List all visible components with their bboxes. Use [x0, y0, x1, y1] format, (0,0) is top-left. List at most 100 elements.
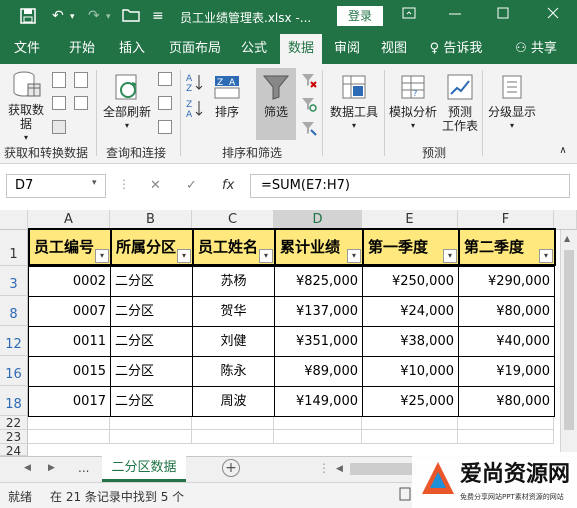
cell-q2[interactable]: ¥40,000 — [458, 326, 555, 357]
row-header[interactable]: 22 — [0, 416, 28, 430]
cell-total-performance[interactable]: ¥137,000 — [274, 296, 363, 327]
cell-q1[interactable]: ¥24,000 — [362, 296, 459, 327]
redo-icon[interactable]: ↷ — [88, 8, 100, 24]
from-table-icon[interactable] — [52, 120, 66, 134]
name-box-dropdown-icon[interactable]: ▾ — [92, 178, 97, 188]
page-layout-view-icon[interactable] — [398, 487, 412, 504]
tab-formulas[interactable]: 公式 — [234, 34, 274, 64]
what-if-analysis-button[interactable]: ? 模拟分析 ▾ — [386, 72, 440, 133]
column-header-f[interactable]: F — [458, 210, 554, 230]
sort-descending-button[interactable]: ZA — [184, 98, 206, 121]
column-header-c[interactable]: C — [192, 210, 274, 230]
reapply-filter-icon[interactable] — [300, 96, 318, 115]
empty-cell[interactable] — [192, 416, 274, 430]
maximize-icon[interactable] — [496, 6, 510, 24]
select-all-corner[interactable] — [0, 210, 28, 230]
name-box[interactable]: D7 — [6, 174, 106, 198]
cell-q2[interactable]: ¥80,000 — [458, 386, 555, 417]
collapse-ribbon-icon[interactable]: ∧ — [556, 144, 570, 158]
filter-dropdown-icon[interactable]: ▾ — [539, 249, 553, 263]
tab-data[interactable]: 数据 — [280, 34, 322, 64]
row-header[interactable]: 12 — [0, 326, 28, 356]
sort-ascending-button[interactable]: AZ — [184, 72, 206, 95]
from-web-icon[interactable] — [52, 96, 66, 110]
share-button[interactable]: ⚇ 共享 — [506, 34, 566, 64]
login-button[interactable]: 登录 — [337, 6, 383, 26]
get-data-button[interactable]: 获取数 据 ▾ — [4, 70, 48, 145]
edit-links-icon[interactable] — [158, 120, 172, 134]
tab-split-icon[interactable]: ⋮ — [318, 461, 330, 475]
row-header[interactable]: 8 — [0, 296, 28, 326]
active-filter-icon[interactable]: ▾ — [177, 249, 191, 263]
tab-review[interactable]: 审阅 — [328, 34, 366, 64]
empty-cell[interactable] — [274, 430, 362, 444]
advanced-filter-icon[interactable] — [300, 120, 318, 139]
tab-file[interactable]: 文件 — [6, 34, 48, 64]
cell-q1[interactable]: ¥250,000 — [362, 266, 459, 297]
cell-q1[interactable]: ¥10,000 — [362, 356, 459, 387]
add-sheet-icon[interactable]: + — [222, 459, 240, 477]
header-cell-employee-id[interactable]: 员工编号 ▾ — [28, 228, 112, 266]
tab-view[interactable]: 视图 — [374, 34, 414, 64]
cell-employee-name[interactable]: 苏杨 — [192, 266, 275, 297]
tab-page-layout[interactable]: 页面布局 — [162, 34, 228, 64]
header-cell-q2[interactable]: 第二季度 ▾ — [458, 228, 556, 266]
filter-dropdown-icon[interactable]: ▾ — [95, 249, 109, 263]
column-header-g[interactable] — [554, 210, 577, 230]
clear-filter-icon[interactable] — [300, 72, 318, 91]
close-icon[interactable] — [546, 6, 560, 24]
formula-input[interactable]: =SUM(E7:H7) — [250, 174, 570, 198]
forecast-sheet-button[interactable]: 预测 工作表 — [440, 72, 480, 133]
open-folder-icon[interactable] — [122, 8, 140, 26]
empty-cell[interactable] — [362, 430, 458, 444]
scrollbar-thumb[interactable] — [564, 250, 574, 430]
outline-button[interactable]: 分级显示 ▾ — [484, 72, 540, 133]
empty-cell[interactable] — [28, 416, 110, 430]
column-header-d[interactable]: D — [274, 210, 362, 230]
undo-dropdown-icon[interactable]: ▾ — [70, 12, 75, 22]
cancel-icon[interactable]: ✕ — [150, 178, 161, 193]
cell-employee-name[interactable]: 贺华 — [192, 296, 275, 327]
empty-cell[interactable] — [458, 430, 554, 444]
tab-home[interactable]: 开始 — [62, 34, 102, 64]
filter-dropdown-icon[interactable]: ▾ — [259, 249, 273, 263]
cell-employee-id[interactable]: 0002 — [28, 266, 111, 297]
tell-me-box[interactable]: ♀ 告诉我 — [424, 34, 488, 64]
cell-district[interactable]: 二分区 — [110, 356, 193, 387]
column-header-e[interactable]: E — [362, 210, 458, 230]
existing-connections-icon[interactable] — [74, 96, 88, 110]
cell-q2[interactable]: ¥290,000 — [458, 266, 555, 297]
tab-insert[interactable]: 插入 — [112, 34, 152, 64]
header-cell-q1[interactable]: 第一季度 ▾ — [362, 228, 460, 266]
cell-employee-id[interactable]: 0007 — [28, 296, 111, 327]
more-sheets[interactable]: ... — [78, 461, 89, 475]
empty-cell[interactable] — [28, 430, 110, 444]
queries-connections-icon[interactable] — [158, 72, 172, 86]
row-header[interactable]: 1 — [0, 230, 28, 266]
empty-cell[interactable] — [362, 416, 458, 430]
filter-dropdown-icon[interactable]: ▾ — [443, 249, 457, 263]
sheet-tab-active[interactable]: 二分区数据 — [102, 456, 186, 482]
enter-icon[interactable]: ✓ — [186, 178, 197, 193]
cell-q2[interactable]: ¥80,000 — [458, 296, 555, 327]
empty-cell[interactable] — [110, 416, 192, 430]
next-sheet-icon[interactable]: ▶ — [48, 463, 55, 473]
column-header-b[interactable]: B — [110, 210, 192, 230]
cell-employee-name[interactable]: 刘健 — [192, 326, 275, 357]
cell-total-performance[interactable]: ¥89,000 — [274, 356, 363, 387]
empty-cell[interactable] — [192, 430, 274, 444]
header-cell-district[interactable]: 所属分区 ▾ — [110, 228, 194, 266]
scroll-left-icon[interactable]: ◀ — [336, 464, 343, 474]
cell-district[interactable]: 二分区 — [110, 326, 193, 357]
row-header[interactable]: 24 — [0, 444, 28, 456]
header-cell-total-performance[interactable]: 累计业绩 ▾ — [274, 228, 364, 266]
empty-cell[interactable] — [458, 416, 554, 430]
ribbon-display-icon[interactable] — [402, 6, 416, 24]
cell-total-performance[interactable]: ¥825,000 — [274, 266, 363, 297]
from-text-icon[interactable] — [52, 72, 66, 88]
row-header[interactable]: 18 — [0, 386, 28, 416]
filter-button[interactable]: 筛选 — [256, 68, 296, 140]
refresh-all-button[interactable]: 全部刷新 ▾ — [98, 72, 156, 133]
prev-sheet-icon[interactable]: ◀ — [24, 463, 31, 473]
redo-dropdown-icon[interactable]: ▾ — [106, 12, 111, 22]
